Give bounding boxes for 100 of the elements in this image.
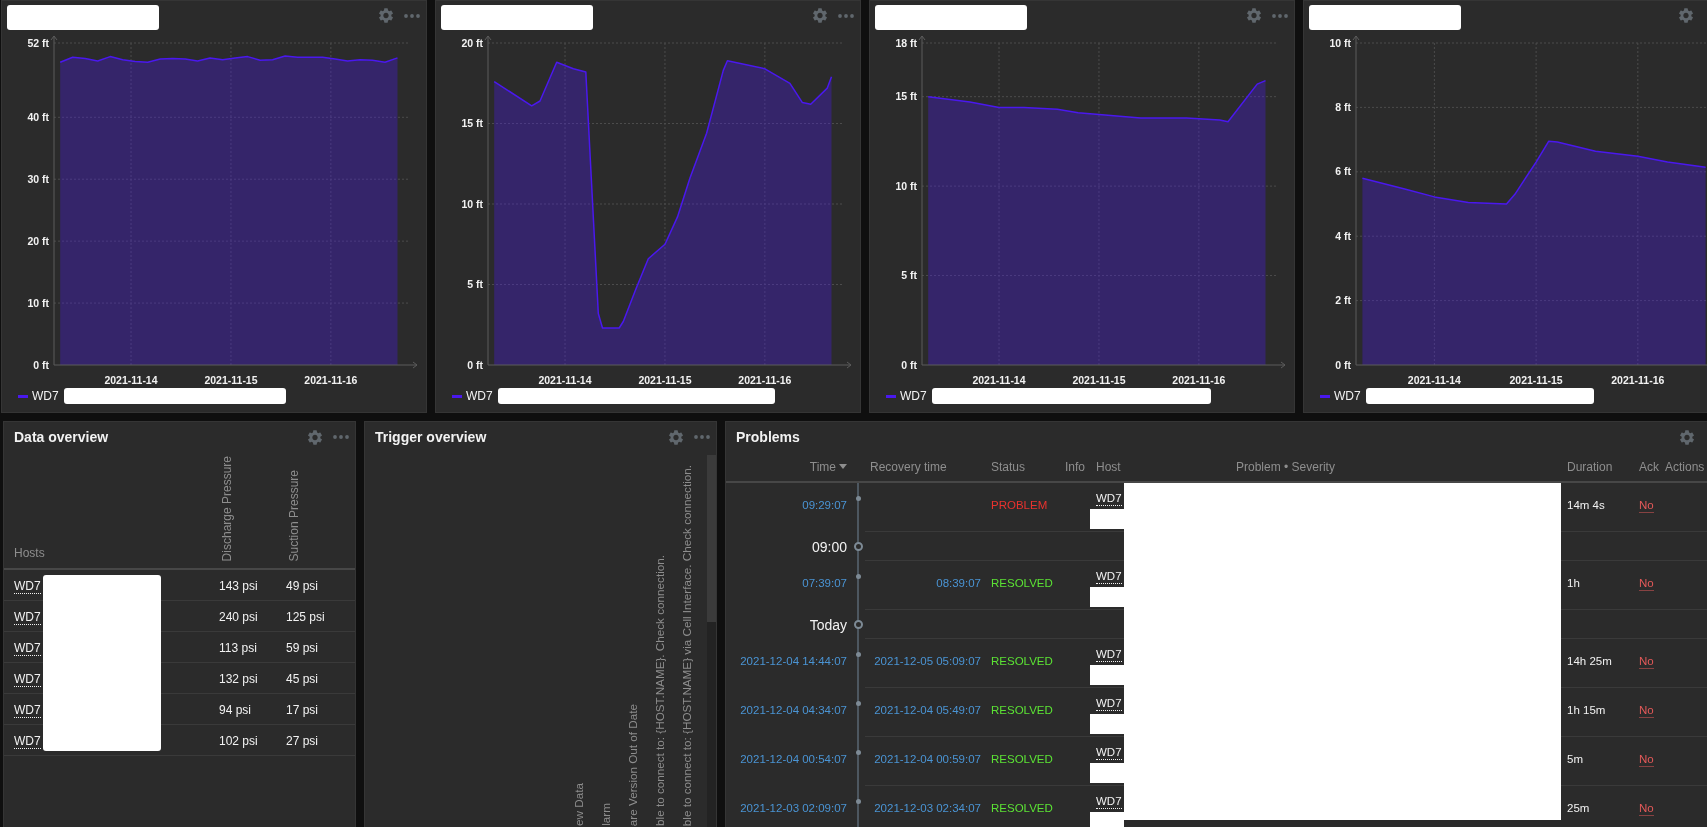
host-link[interactable]: WD7	[1096, 746, 1122, 760]
pressure-value: 17 psi	[286, 703, 319, 717]
host-link[interactable]: WD7	[1096, 492, 1122, 506]
host-link[interactable]: WD7	[14, 642, 41, 656]
y-axis-label: 40 ft	[27, 110, 49, 123]
column-header: ble to connect to: {HOST.NAME} via Cell Interface. Check connection.	[680, 464, 694, 826]
event-time-link[interactable]: 07:39:07	[802, 577, 847, 589]
column-header: Status	[991, 459, 1026, 474]
host-link[interactable]: WD7	[1096, 697, 1122, 711]
host-link[interactable]: WD7	[14, 735, 41, 749]
ack-link[interactable]: No	[1639, 577, 1654, 591]
status-label: RESOLVED	[991, 802, 1053, 814]
host-link[interactable]: WD7	[14, 580, 41, 594]
column-header: Problem • Severity	[1236, 459, 1335, 474]
settings-icon[interactable]	[669, 429, 683, 445]
caret-icon[interactable]	[839, 464, 847, 469]
status-label: RESOLVED	[991, 655, 1053, 667]
host-link[interactable]: WD7	[1096, 795, 1122, 809]
column-header: Actions	[1665, 459, 1705, 474]
widget-title: Trigger overview	[375, 429, 487, 445]
x-axis-label: 2021-11-14	[538, 374, 592, 386]
column-header: Info	[1065, 459, 1085, 474]
y-axis-label: 5 ft	[467, 278, 483, 290]
y-axis-label: 20 ft	[27, 234, 49, 247]
y-axis-label: 15 ft	[895, 90, 917, 103]
pressure-value: 94 psi	[219, 703, 252, 717]
y-axis-label: 5 ft	[901, 269, 917, 282]
event-time-link[interactable]: 2021-12-04 04:34:07	[740, 704, 847, 716]
y-axis-label: 2 ft	[1335, 294, 1351, 307]
recovery-time-link[interactable]: 08:39:07	[936, 577, 981, 589]
more-icon[interactable]	[333, 435, 349, 439]
host-link[interactable]: WD7	[14, 611, 41, 625]
duration-value: 1h	[1567, 577, 1580, 589]
recovery-time-link[interactable]: 2021-12-03 02:34:07	[874, 802, 981, 814]
y-axis-label: 0 ft	[33, 358, 49, 371]
y-axis-label: 0 ft	[467, 358, 483, 371]
y-axis-label: 18 ft	[895, 36, 917, 49]
event-time-link[interactable]: 2021-12-04 00:54:07	[740, 753, 847, 765]
y-axis-label: 15 ft	[461, 117, 483, 129]
more-icon[interactable]	[404, 13, 420, 18]
pressure-value: 49 psi	[286, 579, 319, 593]
widget-title: Data overview	[14, 429, 109, 445]
host-link[interactable]: WD7	[1096, 648, 1122, 662]
ack-link[interactable]: No	[1639, 753, 1654, 767]
column-header: larm	[599, 803, 613, 826]
legend-label: WD7	[32, 389, 59, 403]
y-axis-label: 10 ft	[1329, 36, 1351, 49]
status-label: RESOLVED	[991, 704, 1053, 716]
settings-icon[interactable]	[379, 8, 393, 23]
duration-value: 14m 4s	[1567, 499, 1605, 511]
status-label: RESOLVED	[991, 577, 1053, 589]
event-time-link[interactable]: 2021-12-03 02:09:07	[740, 802, 847, 814]
scrollbar-track[interactable]	[707, 455, 716, 827]
pressure-value: 102 psi	[219, 734, 258, 748]
column-header: Duration	[1567, 459, 1613, 474]
column-header: Ack	[1639, 459, 1659, 474]
duration-value: 25m	[1567, 802, 1590, 814]
host-link[interactable]: WD7	[14, 673, 41, 687]
x-axis-label: 2021-11-14	[972, 374, 1026, 386]
ack-link[interactable]: No	[1639, 499, 1654, 513]
column-header[interactable]: Time	[809, 459, 836, 474]
recovery-time-link[interactable]: 2021-12-04 05:49:07	[874, 704, 981, 716]
pressure-value: 113 psi	[219, 641, 257, 655]
event-time-link[interactable]: 09:29:07	[802, 499, 847, 511]
settings-icon[interactable]	[813, 8, 827, 23]
host-link[interactable]: WD7	[1096, 570, 1122, 584]
more-icon[interactable]	[1272, 13, 1288, 18]
pressure-value: 27 psi	[286, 734, 319, 748]
x-axis-label: 2021-11-14	[1407, 374, 1461, 386]
scrollbar-thumb[interactable]	[707, 455, 716, 622]
event-time-link[interactable]: 2021-12-04 14:44:07	[740, 655, 847, 667]
settings-icon[interactable]	[1247, 8, 1261, 23]
timeline-label: Today	[809, 616, 847, 633]
pressure-value: 125 psi	[286, 610, 325, 624]
pressure-value: 143 psi	[219, 579, 258, 593]
settings-icon[interactable]	[1680, 429, 1694, 445]
timeline-label: 09:00	[811, 538, 847, 555]
ack-link[interactable]: No	[1639, 802, 1654, 816]
host-link[interactable]: WD7	[14, 704, 41, 718]
legend-label: WD7	[900, 389, 927, 403]
recovery-time-link[interactable]: 2021-12-04 00:59:07	[874, 753, 981, 765]
x-axis-label: 2021-11-16	[1611, 374, 1665, 386]
settings-icon[interactable]	[308, 429, 322, 445]
duration-value: 14h 25m	[1567, 655, 1612, 667]
status-label: RESOLVED	[991, 753, 1053, 765]
ack-link[interactable]: No	[1639, 704, 1654, 718]
pressure-value: 132 psi	[219, 672, 258, 686]
y-axis-label: 10 ft	[27, 296, 49, 309]
y-axis-label: 10 ft	[895, 179, 917, 192]
more-icon[interactable]	[838, 13, 854, 18]
more-icon[interactable]	[694, 435, 710, 439]
widget-title: Problems	[736, 429, 800, 445]
x-axis-label: 2021-11-16	[1172, 374, 1226, 386]
column-header: Hosts	[14, 546, 45, 560]
recovery-time-link[interactable]: 2021-12-05 05:09:07	[874, 655, 981, 667]
x-axis-label: 2021-11-16	[738, 374, 792, 386]
settings-icon[interactable]	[1679, 8, 1693, 23]
y-axis-label: 0 ft	[1335, 358, 1351, 371]
y-axis-label: 0 ft	[901, 358, 917, 371]
ack-link[interactable]: No	[1639, 655, 1654, 669]
